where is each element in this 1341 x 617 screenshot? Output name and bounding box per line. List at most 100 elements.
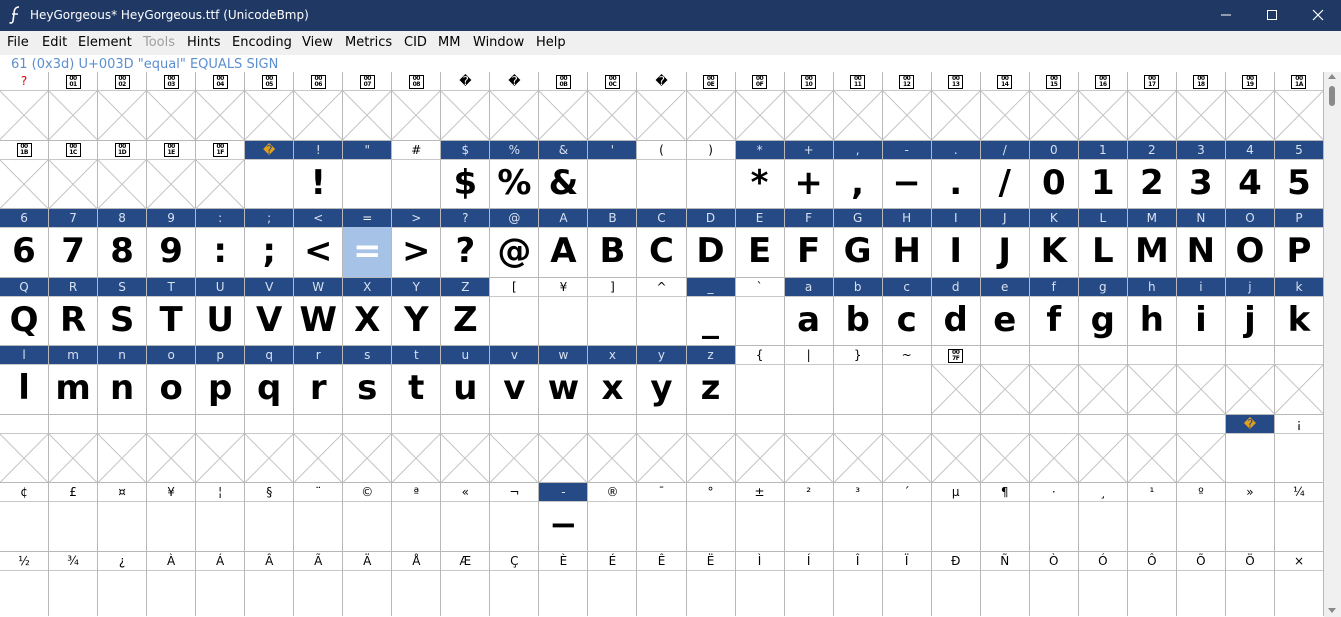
menu-file[interactable]: File xyxy=(7,35,29,50)
glyph-cell[interactable]: NN xyxy=(1176,209,1226,278)
glyph-cell[interactable]: Ñ xyxy=(980,551,1030,616)
glyph-cell[interactable]: © xyxy=(343,483,393,552)
glyph-cell[interactable] xyxy=(784,414,834,483)
glyph-cell[interactable] xyxy=(588,414,638,483)
glyph-cell[interactable]: > > xyxy=(392,209,442,278)
glyph-cell[interactable]: RR xyxy=(49,277,99,346)
glyph-cell[interactable]: 00 07 xyxy=(343,72,393,141)
glyph-cell[interactable]: xx xyxy=(588,346,638,415)
glyph-cell[interactable]: PP xyxy=(1274,209,1324,278)
glyph-cell[interactable]: + + xyxy=(784,140,834,209)
glyph-cell[interactable]: WW xyxy=(294,277,344,346)
glyph-cell[interactable]: ± xyxy=(735,483,785,552)
glyph-cell[interactable]: LL xyxy=(1078,209,1128,278)
glyph-cell[interactable]: ii xyxy=(1176,277,1226,346)
glyph-cell[interactable]: À xyxy=(147,551,197,616)
glyph-cell[interactable]: } xyxy=(833,346,883,415)
glyph-cell[interactable]: bb xyxy=(833,277,883,346)
glyph-cell[interactable] xyxy=(0,414,50,483)
glyph-cell[interactable]: XX xyxy=(343,277,393,346)
glyph-cell[interactable]: Ö xyxy=(1225,551,1275,616)
glyph-cell[interactable]: ( xyxy=(637,140,687,209)
glyph-cell[interactable]: ?? xyxy=(441,209,491,278)
glyph-cell[interactable]: 22 xyxy=(1127,140,1177,209)
glyph-cell[interactable]: ¦ xyxy=(196,483,246,552)
font-glyph-grid[interactable]: ? 00 01 00 02 00 03 00 04 00 05 00 06 00 07 00 08 � � 00 0B 0… xyxy=(0,72,1324,616)
glyph-cell[interactable]: - − xyxy=(882,140,932,209)
glyph-cell[interactable]: » xyxy=(1225,483,1275,552)
menu-encoding[interactable]: Encoding xyxy=(232,35,292,50)
glyph-cell[interactable]: * * xyxy=(735,140,785,209)
glyph-cell[interactable]: TT xyxy=(147,277,197,346)
glyph-cell[interactable] xyxy=(686,414,736,483)
glyph-cell[interactable]: tt xyxy=(392,346,442,415)
glyph-cell[interactable]: 00 06 xyxy=(294,72,344,141)
glyph-cell[interactable]: 00 1F xyxy=(196,140,246,209)
vertical-scrollbar[interactable] xyxy=(1324,72,1341,617)
glyph-cell[interactable]: nn xyxy=(98,346,148,415)
glyph-cell[interactable] xyxy=(539,414,589,483)
menu-window[interactable]: Window xyxy=(473,35,524,50)
glyph-cell[interactable]: ] xyxy=(588,277,638,346)
menu-element[interactable]: Element xyxy=(78,35,132,50)
glyph-cell[interactable]: Ð xyxy=(931,551,981,616)
glyph-cell[interactable]: ¬ xyxy=(490,483,540,552)
glyph-cell[interactable]: ¸ xyxy=(1078,483,1128,552)
glyph-cell[interactable]: � xyxy=(245,140,295,209)
glyph-cell[interactable] xyxy=(1127,414,1177,483)
glyph-cell[interactable]: 00 19 xyxy=(1225,72,1275,141)
glyph-cell[interactable]: Ä xyxy=(343,551,393,616)
glyph-cell[interactable]: MM xyxy=(1127,209,1177,278)
glyph-cell[interactable] xyxy=(1176,346,1226,415)
glyph-cell[interactable] xyxy=(343,414,393,483)
glyph-cell[interactable]: UU xyxy=(196,277,246,346)
glyph-cell[interactable]: 00 16 xyxy=(1078,72,1128,141)
glyph-cell[interactable]: 00 xyxy=(1029,140,1079,209)
title-bar[interactable]: HeyGorgeous* HeyGorgeous.ttf (UnicodeBmp… xyxy=(0,0,1341,31)
glyph-cell[interactable] xyxy=(1274,346,1324,415)
glyph-cell[interactable]: ¤ xyxy=(98,483,148,552)
glyph-cell[interactable]: ¥ xyxy=(539,277,589,346)
glyph-cell[interactable] xyxy=(1029,414,1079,483)
glyph-cell[interactable]: Á xyxy=(196,551,246,616)
glyph-cell[interactable]: AA xyxy=(539,209,589,278)
glyph-cell[interactable]: 00 08 xyxy=(392,72,442,141)
glyph-cell[interactable]: - − xyxy=(539,483,589,552)
glyph-cell[interactable]: gg xyxy=(1078,277,1128,346)
glyph-cell[interactable] xyxy=(441,414,491,483)
glyph-cell[interactable]: « xyxy=(441,483,491,552)
glyph-cell[interactable]: ´ xyxy=(882,483,932,552)
menu-edit[interactable]: Edit xyxy=(42,35,67,50)
glyph-cell[interactable]: mm xyxy=(49,346,99,415)
menu-view[interactable]: View xyxy=(302,35,333,50)
glyph-cell[interactable]: ff xyxy=(1029,277,1079,346)
glyph-cell[interactable]: Ë xyxy=(686,551,736,616)
glyph-cell[interactable]: ¨ xyxy=(294,483,344,552)
glyph-cell[interactable] xyxy=(1078,414,1128,483)
glyph-cell[interactable]: ¯ xyxy=(637,483,687,552)
glyph-cell[interactable]: @ @ xyxy=(490,209,540,278)
menu-help[interactable]: Help xyxy=(536,35,566,50)
glyph-cell[interactable] xyxy=(980,414,1030,483)
glyph-cell[interactable]: ) xyxy=(686,140,736,209)
glyph-cell[interactable]: $ $ xyxy=(441,140,491,209)
glyph-cell[interactable]: [ xyxy=(490,277,540,346)
glyph-cell[interactable] xyxy=(147,414,197,483)
glyph-cell[interactable]: È xyxy=(539,551,589,616)
glyph-cell[interactable]: Ô xyxy=(1127,551,1177,616)
glyph-cell[interactable]: ;; xyxy=(245,209,295,278)
glyph-cell[interactable]: ll xyxy=(0,346,50,415)
glyph-cell[interactable]: 00 05 xyxy=(245,72,295,141)
glyph-cell[interactable]: QQ xyxy=(0,277,50,346)
glyph-cell[interactable] xyxy=(294,414,344,483)
glyph-cell[interactable]: cc xyxy=(882,277,932,346)
glyph-cell[interactable]: { xyxy=(735,346,785,415)
minimize-button[interactable] xyxy=(1203,0,1249,31)
glyph-cell[interactable]: 44 xyxy=(1225,140,1275,209)
glyph-cell[interactable]: Ã xyxy=(294,551,344,616)
menu-mm[interactable]: MM xyxy=(438,35,460,50)
glyph-cell[interactable]: 00 12 xyxy=(882,72,932,141)
glyph-cell[interactable]: 11 xyxy=(1078,140,1128,209)
glyph-cell[interactable]: ,, xyxy=(833,140,883,209)
scroll-up-arrow-icon[interactable] xyxy=(1328,74,1336,79)
